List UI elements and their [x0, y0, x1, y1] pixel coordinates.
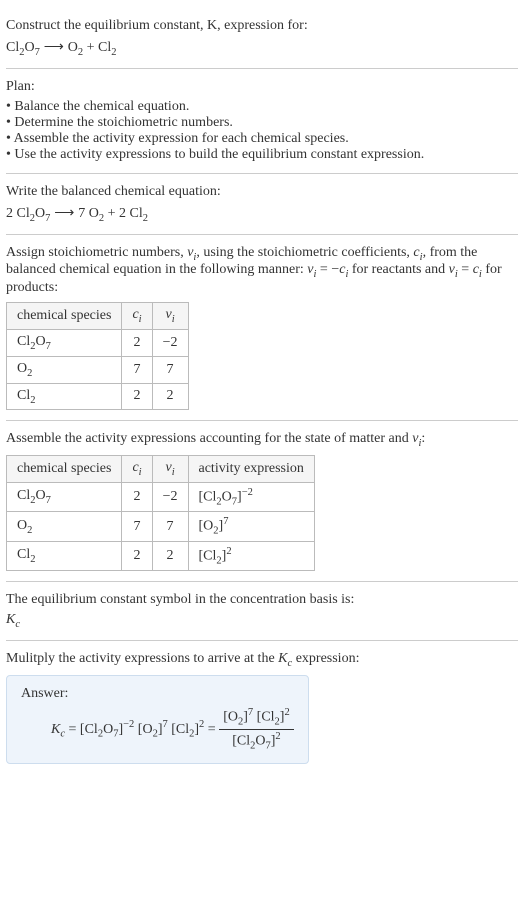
plan-bullet: • Determine the stoichiometric numbers.	[6, 115, 518, 131]
symbol-text: The equilibrium constant symbol in the c…	[6, 592, 518, 608]
answer-label: Answer:	[21, 686, 294, 702]
plan-bullet: • Use the activity expressions to build …	[6, 147, 518, 163]
activity-heading: Assemble the activity expressions accoun…	[6, 431, 518, 449]
intro-line: Construct the equilibrium constant, K, e…	[6, 18, 518, 34]
arrow-icon: ⟶	[40, 38, 68, 54]
activity-section: Assemble the activity expressions accoun…	[6, 421, 518, 582]
table-row: O2 7 7	[7, 356, 189, 383]
symbol-kc: Kc	[6, 612, 518, 630]
answer-expression: Kc = [Cl2O7]−2 [O2]7 [Cl2]2 = [O2]7 [Cl2…	[21, 706, 294, 753]
table-row: Cl2O7 2 −2 [Cl2O7]−2	[7, 482, 315, 511]
plan-bullet: • Assemble the activity expression for e…	[6, 131, 518, 147]
arrow-icon: ⟶	[50, 204, 78, 220]
answer-box: Answer: Kc = [Cl2O7]−2 [O2]7 [Cl2]2 = [O…	[6, 675, 309, 764]
col-nu: νi	[152, 303, 188, 330]
col-c: ci	[122, 456, 152, 483]
balanced-heading: Write the balanced chemical equation:	[6, 184, 518, 200]
result-section: Mulitply the activity expressions to arr…	[6, 641, 518, 774]
plan-section: Plan: • Balance the chemical equation. •…	[6, 69, 518, 174]
table-row: O2 7 7 [O2]7	[7, 512, 315, 541]
intro-section: Construct the equilibrium constant, K, e…	[6, 8, 518, 69]
balanced-section: Write the balanced chemical equation: 2 …	[6, 174, 518, 235]
stoich-section: Assign stoichiometric numbers, νi, using…	[6, 235, 518, 422]
table-row: Cl2O7 2 −2	[7, 329, 189, 356]
symbol-section: The equilibrium constant symbol in the c…	[6, 582, 518, 641]
plan-bullet: • Balance the chemical equation.	[6, 99, 518, 115]
col-species: chemical species	[7, 303, 122, 330]
intro-text: Construct the equilibrium constant, K, e…	[6, 18, 308, 33]
plan-heading: Plan:	[6, 79, 518, 95]
table-header-row: chemical species ci νi	[7, 303, 189, 330]
stoich-table: chemical species ci νi Cl2O7 2 −2 O2 7 7…	[6, 302, 189, 410]
intro-reaction: Cl2O7 ⟶ O2 + Cl2	[6, 38, 518, 58]
balanced-equation: 2 Cl2O7 ⟶ 7 O2 + 2 Cl2	[6, 204, 518, 224]
result-heading: Mulitply the activity expressions to arr…	[6, 651, 518, 669]
activity-table: chemical species ci νi activity expressi…	[6, 455, 315, 571]
stoich-paragraph: Assign stoichiometric numbers, νi, using…	[6, 245, 518, 297]
col-species: chemical species	[7, 456, 122, 483]
fraction: [O2]7 [Cl2]2[Cl2O7]2	[219, 706, 294, 753]
col-nu: νi	[152, 456, 188, 483]
col-activity: activity expression	[188, 456, 314, 483]
table-row: Cl2 2 2 [Cl2]2	[7, 541, 315, 570]
col-c: ci	[122, 303, 152, 330]
table-row: Cl2 2 2	[7, 383, 189, 410]
table-header-row: chemical species ci νi activity expressi…	[7, 456, 315, 483]
